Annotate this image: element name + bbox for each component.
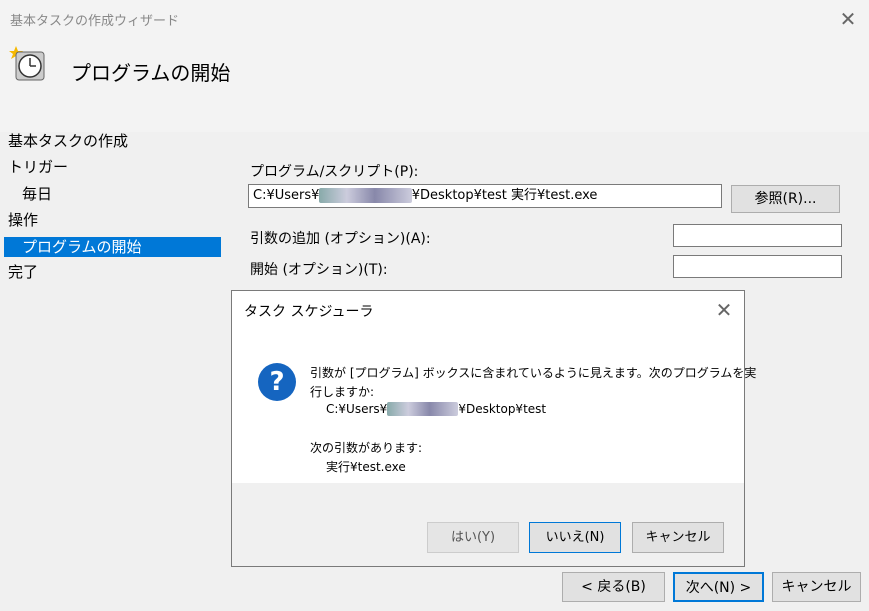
wizard-close-icon[interactable]: ✕: [838, 9, 858, 29]
nav-trigger[interactable]: トリガー: [8, 157, 68, 177]
dialog-redacted-username: xxxxxxxxxx: [387, 402, 459, 416]
browse-button[interactable]: 参照(R)...: [731, 185, 840, 213]
dialog-path-suffix: ¥Desktop¥test: [458, 402, 547, 416]
program-label: プログラム/スクリプト(P):: [250, 164, 419, 180]
dialog-message-line2: 行しますか:: [310, 385, 375, 399]
dialog-args-value: 実行¥test.exe: [326, 460, 406, 474]
clock-task-icon: [8, 44, 48, 84]
program-value-prefix: C:¥Users¥: [253, 188, 320, 203]
nav-start-program[interactable]: プログラムの開始: [4, 237, 221, 257]
start-input[interactable]: [673, 255, 842, 278]
wizard-window-title: 基本タスクの作成ウィザード: [10, 14, 180, 29]
next-button[interactable]: 次へ(N) >: [673, 572, 764, 602]
question-icon: ?: [258, 363, 296, 401]
args-input[interactable]: [673, 224, 842, 247]
nav-create-task[interactable]: 基本タスクの作成: [8, 131, 128, 151]
page-title: プログラムの開始: [71, 61, 231, 85]
yes-button[interactable]: はい(Y): [427, 522, 519, 553]
dialog-path: C:¥Users¥xxxxxxxxxx¥Desktop¥test: [326, 402, 546, 416]
start-label: 開始 (オプション)(T):: [250, 262, 388, 278]
back-button[interactable]: < 戻る(B): [562, 572, 665, 602]
nav-action[interactable]: 操作: [8, 210, 38, 230]
dialog-close-icon[interactable]: ✕: [714, 300, 734, 320]
dialog-args-heading: 次の引数があります:: [310, 441, 423, 455]
nav-daily[interactable]: 毎日: [22, 184, 52, 204]
dialog-path-prefix: C:¥Users¥: [326, 402, 388, 416]
no-button[interactable]: いいえ(N): [529, 522, 621, 553]
args-label: 引数の追加 (オプション)(A):: [250, 231, 431, 247]
nav-finish[interactable]: 完了: [8, 262, 38, 282]
dialog-cancel-button[interactable]: キャンセル: [632, 522, 724, 553]
redacted-username: xxxxxxxxxxxx: [319, 188, 412, 203]
cancel-button[interactable]: キャンセル: [772, 572, 861, 602]
dialog-footer: はい(Y) いいえ(N) キャンセル: [232, 483, 744, 566]
program-input[interactable]: C:¥Users¥xxxxxxxxxxxx¥Desktop¥test 実行¥te…: [248, 184, 722, 208]
program-value-suffix: ¥Desktop¥test 実行¥test.exe: [411, 188, 598, 203]
dialog-message-line1: 引数が [プログラム] ボックスに含まれているように見えます。次のプログラムを実: [310, 366, 757, 380]
dialog-title: タスク スケジューラ: [244, 304, 374, 320]
confirm-dialog: タスク スケジューラ ✕ ? 引数が [プログラム] ボックスに含まれているよう…: [231, 290, 756, 567]
